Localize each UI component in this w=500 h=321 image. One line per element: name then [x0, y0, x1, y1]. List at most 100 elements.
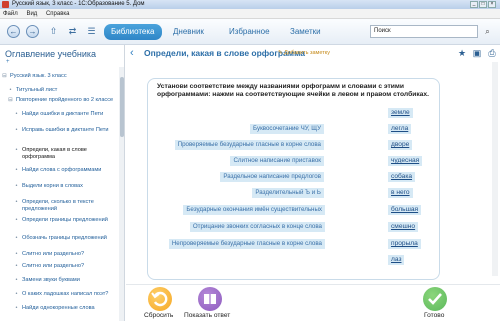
tab-diary[interactable]: Дневник: [166, 24, 211, 40]
maximize-icon[interactable]: □: [479, 1, 487, 8]
toc-bullet-icon: •: [15, 111, 18, 117]
collapse-sidebar-icon[interactable]: ‹: [130, 48, 137, 59]
toc-item-label: Повторение пройденного во 2 классе: [16, 97, 114, 103]
rule-cell[interactable]: Проверяемые безударные гласные в корне с…: [174, 140, 324, 150]
add-note-link[interactable]: ✎ Добавить заметку: [278, 50, 330, 57]
toc-item[interactable]: • Определи границы предложений: [14, 217, 116, 224]
toc-item[interactable]: • Слитно или раздельно?: [14, 251, 116, 258]
search-input[interactable]: Поиск: [370, 25, 478, 38]
toc-item[interactable]: • Определи, какая в слове орфограмма: [14, 147, 116, 161]
done-button[interactable]: [423, 287, 447, 311]
toc-bullet-icon: •: [15, 167, 18, 173]
word-cell[interactable]: в него: [388, 188, 413, 198]
reset-label: Сбросить: [144, 312, 174, 319]
reset-button[interactable]: [148, 287, 172, 311]
rule-cell[interactable]: Раздельное написание предлогов: [220, 172, 324, 182]
toc-bullet-icon: •: [15, 235, 18, 241]
toc-item-label: Титульный лист: [16, 87, 58, 93]
toc-item[interactable]: • Титульный лист: [8, 87, 116, 94]
back-icon[interactable]: ←: [7, 25, 20, 38]
exercise-instruction: Установи соответствие между названиями о…: [157, 83, 429, 98]
word-cell[interactable]: прорыла: [388, 239, 421, 249]
search-icon[interactable]: ⌕: [480, 25, 495, 38]
word-cell[interactable]: легла: [388, 124, 412, 134]
rule-cell[interactable]: Слитное написание приставок: [230, 156, 324, 166]
toc-scroll-thumb[interactable]: [120, 77, 124, 137]
toc-bullet-icon: •: [15, 277, 18, 283]
menu-file[interactable]: Файл: [3, 11, 18, 17]
menu-help[interactable]: Справка: [46, 11, 70, 17]
toc-bullet-icon: •: [15, 217, 18, 223]
toc-item[interactable]: ⊟ Повторение пройденного во 2 классе: [8, 97, 116, 104]
toc-item-label: Найди однокоренные слова: [22, 305, 95, 311]
toc-bullet-icon: •: [15, 263, 18, 269]
toc-bullet-icon: ⊟: [2, 73, 7, 79]
word-cell[interactable]: смешно: [388, 222, 419, 232]
word-cell[interactable]: дворе: [388, 140, 413, 150]
toc-bullet-icon: •: [15, 147, 18, 153]
minimize-icon[interactable]: _: [470, 1, 478, 8]
save-icon[interactable]: ▣: [472, 48, 482, 59]
toc-bullet-icon: •: [15, 127, 18, 133]
add-note-label: Добавить заметку: [284, 50, 330, 56]
app-icon: [2, 1, 9, 8]
toc-item-label: Определи, сколько в тексте предложений: [22, 199, 94, 212]
up-icon[interactable]: ⇧: [48, 26, 59, 37]
toc-item-label: Найди слова с орфограммами: [22, 167, 102, 173]
toolbar: ← → ⇧ ⇄ ☰ Библиотека Дневник Избранное З…: [0, 19, 500, 45]
toc-item-label: Исправь ошибки в диктанте Пети: [22, 127, 109, 133]
toc-bullet-icon: •: [9, 87, 12, 93]
sidebar: Оглавление учебника + ⊟ Русский язык. 3 к…: [0, 45, 125, 321]
show-answer-button[interactable]: [198, 287, 222, 311]
contents-icon[interactable]: ☰: [86, 26, 97, 37]
content-header: ‹ Определи, какая в слове орфограмма ✎ Д…: [126, 45, 500, 62]
content-scrollbar[interactable]: [492, 62, 498, 276]
sync-icon[interactable]: ⇄: [67, 26, 78, 37]
word-cell[interactable]: большая: [388, 205, 422, 215]
toc-bullet-icon: ⊟: [8, 97, 13, 103]
word-cell[interactable]: лаз: [388, 255, 405, 265]
check-icon: [428, 293, 442, 305]
reset-icon: [151, 291, 168, 307]
toc-item-label: Слитно или раздельно?: [22, 263, 85, 269]
tab-favorites[interactable]: Избранное: [222, 24, 277, 40]
toc-item[interactable]: • Исправь ошибки в диктанте Пети: [14, 127, 116, 134]
toc-item[interactable]: • О каких ладошках написал поэт?: [14, 291, 116, 298]
word-cell[interactable]: чудесная: [388, 156, 423, 166]
toc-bullet-icon: •: [15, 199, 18, 205]
toc-item[interactable]: ⊟ Русский язык. 3 класс: [2, 73, 116, 80]
print-icon[interactable]: ⎙: [487, 48, 497, 59]
toc-item-label: Выдели корни в словах: [22, 183, 83, 189]
toc-item-label: Определи, какая в слове орфограмма: [22, 147, 87, 160]
star-icon[interactable]: ★: [457, 48, 467, 59]
forward-icon[interactable]: →: [26, 25, 39, 38]
toc-bullet-icon: •: [15, 291, 18, 297]
menu-view[interactable]: Вид: [26, 11, 37, 17]
toc-item[interactable]: • Выдели корни в словах: [14, 183, 116, 190]
toc-item[interactable]: • Замени звуки буквами: [14, 277, 116, 284]
toc-item-label: Слитно или раздельно?: [22, 251, 85, 257]
toc-item[interactable]: • Обозначь границы предложений: [14, 235, 116, 242]
toc-item[interactable]: • Найди однокоренные слова: [14, 305, 116, 312]
rule-cell[interactable]: Безударные окончания имён существительны…: [183, 205, 325, 215]
toc-item[interactable]: • Найди ошибки в диктанте Пети: [14, 111, 116, 118]
rule-cell[interactable]: Разделительный Ъ и Ь: [252, 188, 324, 198]
word-cell[interactable]: земле: [388, 108, 413, 118]
rule-cell[interactable]: Буквосочетание ЧУ, ЩУ: [250, 124, 324, 134]
tab-notes[interactable]: Заметки: [283, 24, 328, 40]
toc-item[interactable]: • Определи, сколько в тексте предложений: [14, 199, 116, 213]
done-label: Готово: [424, 312, 445, 319]
rule-cell[interactable]: Отрицание звонких согласных в конце слов…: [189, 222, 325, 232]
toc-expand-icon[interactable]: +: [0, 59, 124, 68]
bottom-bar: Сбросить Показать ответ Готово: [126, 284, 500, 321]
toc-item-label: Обозначь границы предложений: [22, 235, 107, 241]
window-titlebar: Русский язык, 3 класс - 1С:Образование 5…: [0, 0, 500, 9]
word-cell[interactable]: собака: [388, 172, 416, 182]
toc-item[interactable]: • Найди слова с орфограммами: [14, 167, 116, 174]
rule-cell[interactable]: Непроверяемые безударные гласные в корне…: [168, 239, 325, 249]
window-title: Русский язык, 3 класс - 1С:Образование 5…: [12, 1, 145, 7]
toc-item[interactable]: • Слитно или раздельно?: [14, 263, 116, 270]
close-icon[interactable]: ×: [488, 1, 496, 8]
tab-library[interactable]: Библиотека: [104, 24, 162, 40]
toc-bullet-icon: •: [15, 183, 18, 189]
